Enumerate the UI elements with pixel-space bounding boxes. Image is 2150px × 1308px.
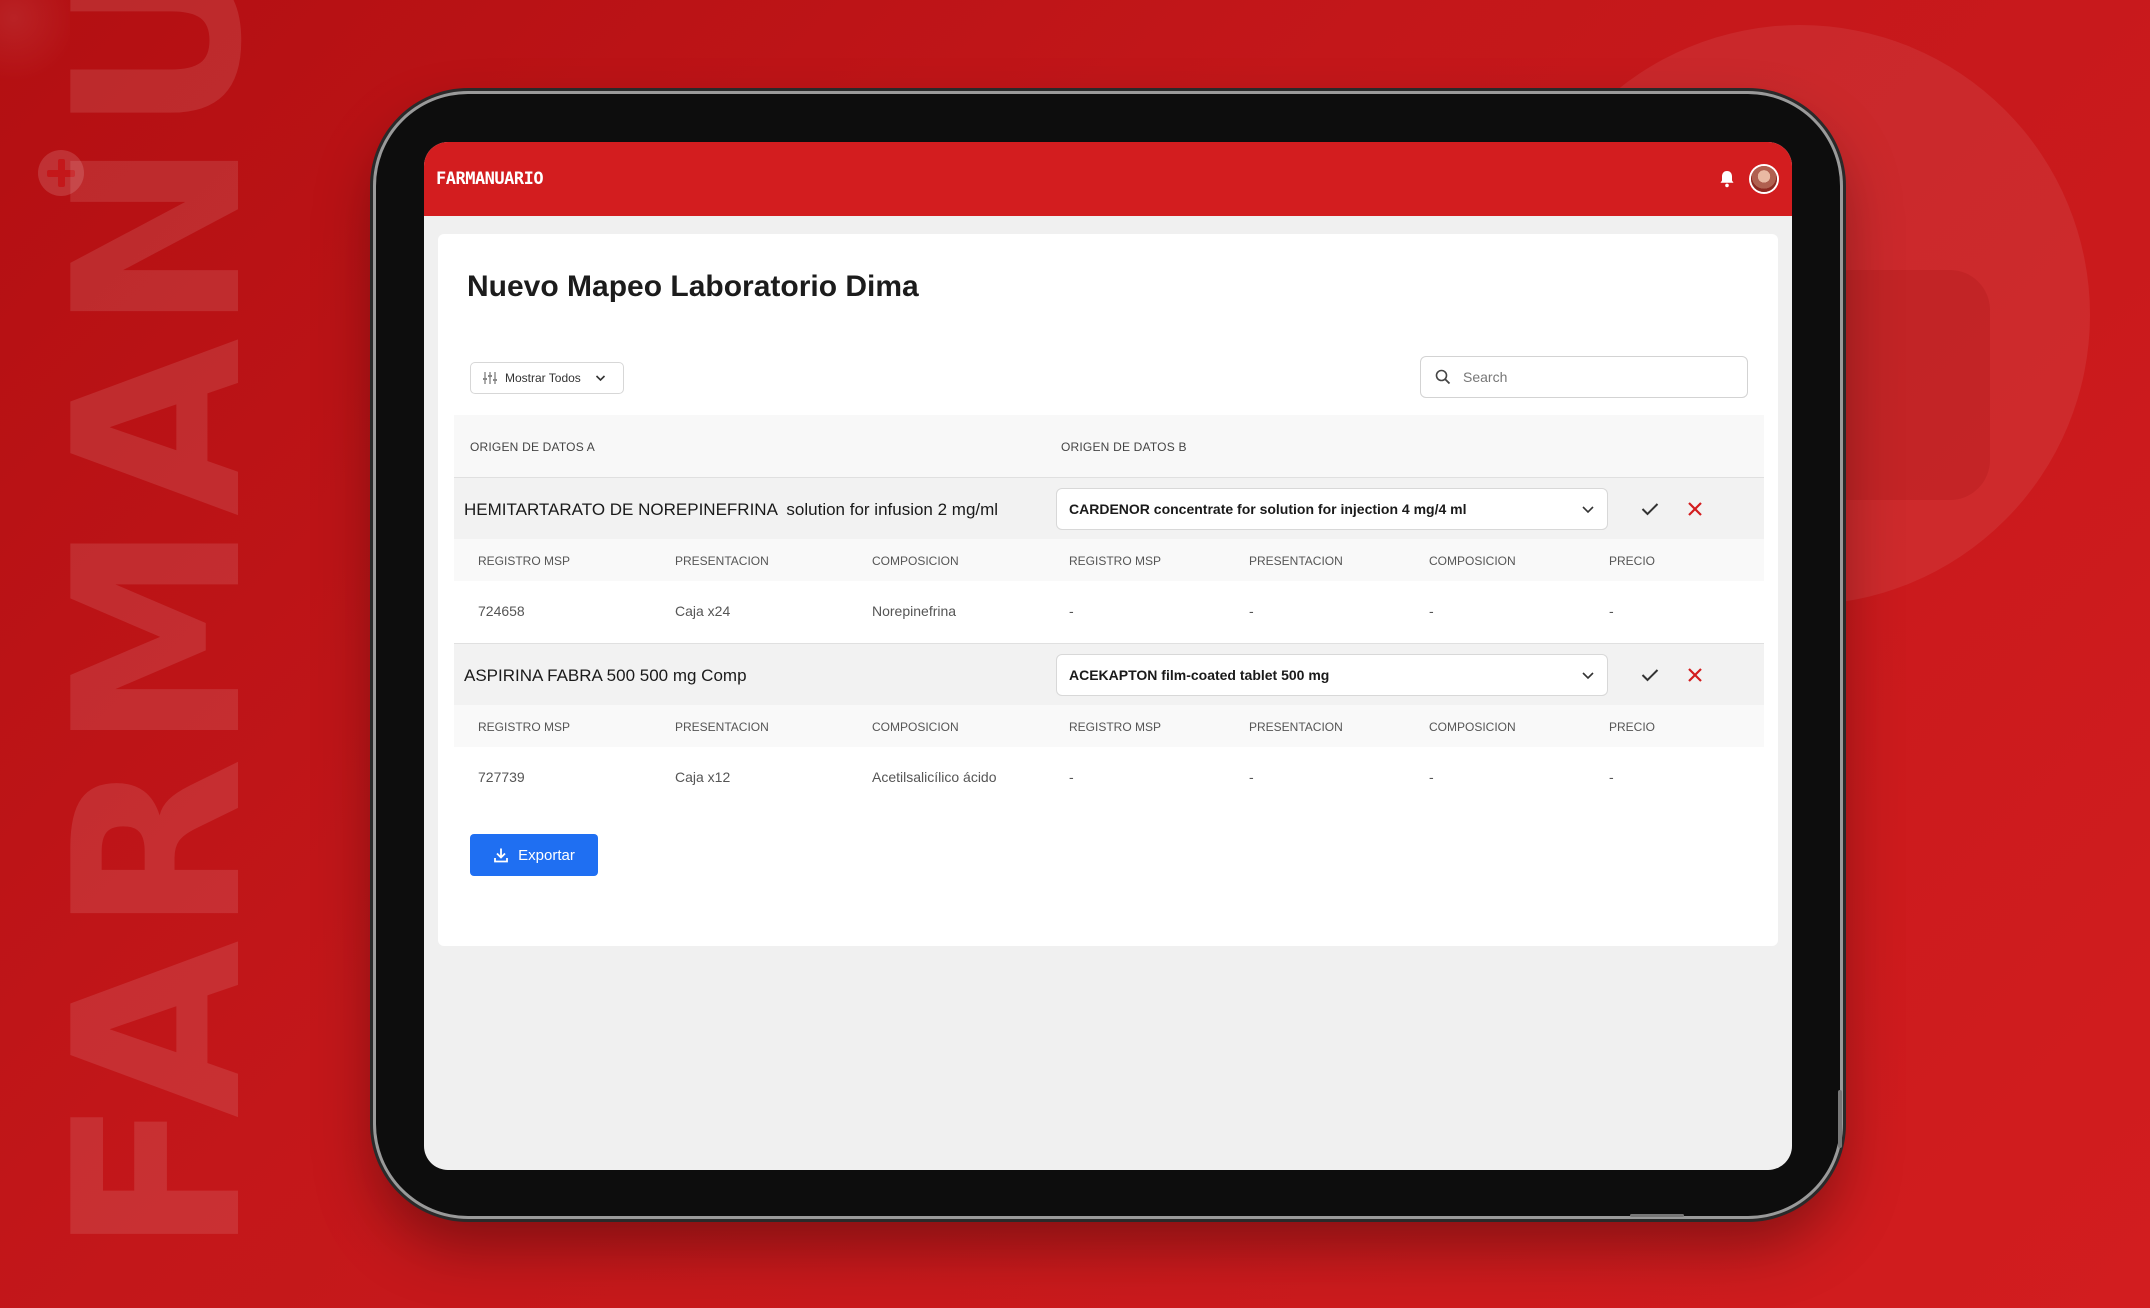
page-title: Nuevo Mapeo Laboratorio Dima: [467, 270, 919, 303]
check-icon: [1641, 503, 1659, 516]
filter-label: Mostrar Todos: [505, 371, 581, 385]
close-icon: [1688, 502, 1702, 516]
sub-header-presentacion-a: PRESENTACION: [675, 554, 769, 568]
table-header: ORIGEN DE DATOS A ORIGEN DE DATOS B: [454, 415, 1764, 479]
sub-header-presentacion-b: PRESENTACION: [1249, 720, 1343, 734]
bell-icon[interactable]: [1718, 169, 1736, 189]
sub-header-composicion-b: COMPOSICION: [1429, 720, 1516, 734]
sliders-icon: [483, 372, 497, 384]
sub-header-registro-b: REGISTRO MSP: [1069, 554, 1162, 568]
cell-precio-b: -: [1609, 769, 1614, 785]
cell-registro-a: 727739: [478, 769, 525, 785]
column-header-a: ORIGEN DE DATOS A: [470, 440, 595, 454]
search-icon: [1435, 369, 1451, 385]
mapping-row-header: ASPIRINA FABRA 500 500 mg Comp ACEKAPTON…: [454, 643, 1764, 706]
cell-presentacion-b: -: [1249, 769, 1254, 785]
download-icon: [494, 848, 509, 863]
cell-precio-b: -: [1609, 603, 1614, 619]
sub-header-registro-a: REGISTRO MSP: [478, 554, 571, 568]
mapping-row: ASPIRINA FABRA 500 500 mg Comp ACEKAPTON…: [454, 643, 1764, 807]
product-b-selected: CARDENOR concentrate for solution for in…: [1069, 501, 1467, 517]
sub-header-composicion-b: COMPOSICION: [1429, 554, 1516, 568]
sub-header-precio-b: PRECIO: [1609, 554, 1656, 568]
detail-header: REGISTRO MSP PRESENTACION COMPOSICION RE…: [454, 705, 1764, 747]
filter-dropdown-button[interactable]: Mostrar Todos: [470, 362, 624, 394]
chevron-down-icon: [595, 375, 605, 382]
close-icon: [1688, 668, 1702, 682]
detail-header: REGISTRO MSP PRESENTACION COMPOSICION RE…: [454, 539, 1764, 581]
sub-header-presentacion-b: PRESENTACION: [1249, 554, 1343, 568]
brand-logo[interactable]: FARMANUARIO: [436, 169, 544, 189]
tablet-side-button: [1838, 1090, 1842, 1148]
confirm-check-button[interactable]: [1639, 664, 1661, 686]
product-b-select[interactable]: ACEKAPTON film-coated tablet 500 mg: [1056, 654, 1608, 696]
cell-presentacion-b: -: [1249, 603, 1254, 619]
mapping-card: Nuevo Mapeo Laboratorio Dima Mostrar Tod…: [438, 234, 1778, 946]
cell-composicion-a: Norepinefrina: [872, 603, 957, 619]
detail-row: 727739 Caja x12 Acetilsalicílico ácido -…: [454, 747, 1764, 807]
mapping-row-header: HEMITARTARATO DE NOREPINEFRINA solution …: [454, 477, 1764, 540]
check-icon: [1641, 669, 1659, 682]
product-a-name: HEMITARTARATO DE NOREPINEFRINA solution …: [464, 500, 999, 519]
tablet-top-button: [1630, 1214, 1684, 1217]
export-label: Exportar: [518, 846, 575, 864]
mapping-row: HEMITARTARATO DE NOREPINEFRINA solution …: [454, 477, 1764, 641]
cell-composicion-a: Acetilsalicílico ácido: [872, 769, 997, 785]
cell-presentacion-a: Caja x24: [675, 603, 731, 619]
app-screen: FARMANUARIO Nuevo Mapeo Laboratorio Dima…: [424, 142, 1792, 1170]
cell-registro-b: -: [1069, 603, 1074, 619]
top-navigation-bar: FARMANUARIO: [424, 142, 1792, 216]
product-b-selected: ACEKAPTON film-coated tablet 500 mg: [1069, 667, 1330, 683]
sub-header-precio-b: PRECIO: [1609, 720, 1656, 734]
sub-header-composicion-a: COMPOSICION: [872, 554, 959, 568]
cell-registro-a: 724658: [478, 603, 525, 619]
detail-row: 724658 Caja x24 Norepinefrina - - - -: [454, 581, 1764, 641]
confirm-check-button[interactable]: [1639, 498, 1661, 520]
chevron-down-icon: [1582, 672, 1594, 680]
product-a-name: ASPIRINA FABRA 500 500 mg Comp: [464, 666, 747, 685]
sub-header-composicion-a: COMPOSICION: [872, 720, 959, 734]
cell-registro-b: -: [1069, 769, 1074, 785]
cell-presentacion-a: Caja x12: [675, 769, 731, 785]
sub-header-presentacion-a: PRESENTACION: [675, 720, 769, 734]
sub-header-registro-a: REGISTRO MSP: [478, 720, 571, 734]
background-wordmark: FARMANUARIO: [26, 0, 293, 1255]
sub-header-registro-b: REGISTRO MSP: [1069, 720, 1162, 734]
chevron-down-icon: [1582, 506, 1594, 514]
user-avatar[interactable]: [1751, 166, 1777, 192]
cell-composicion-b: -: [1429, 603, 1434, 619]
cell-composicion-b: -: [1429, 769, 1434, 785]
search-box[interactable]: [1420, 356, 1748, 398]
search-input[interactable]: [1461, 368, 1715, 386]
export-button[interactable]: Exportar: [470, 834, 598, 876]
product-b-select[interactable]: CARDENOR concentrate for solution for in…: [1056, 488, 1608, 530]
column-header-b: ORIGEN DE DATOS B: [1061, 440, 1187, 454]
reject-button[interactable]: [1684, 664, 1706, 686]
reject-button[interactable]: [1684, 498, 1706, 520]
